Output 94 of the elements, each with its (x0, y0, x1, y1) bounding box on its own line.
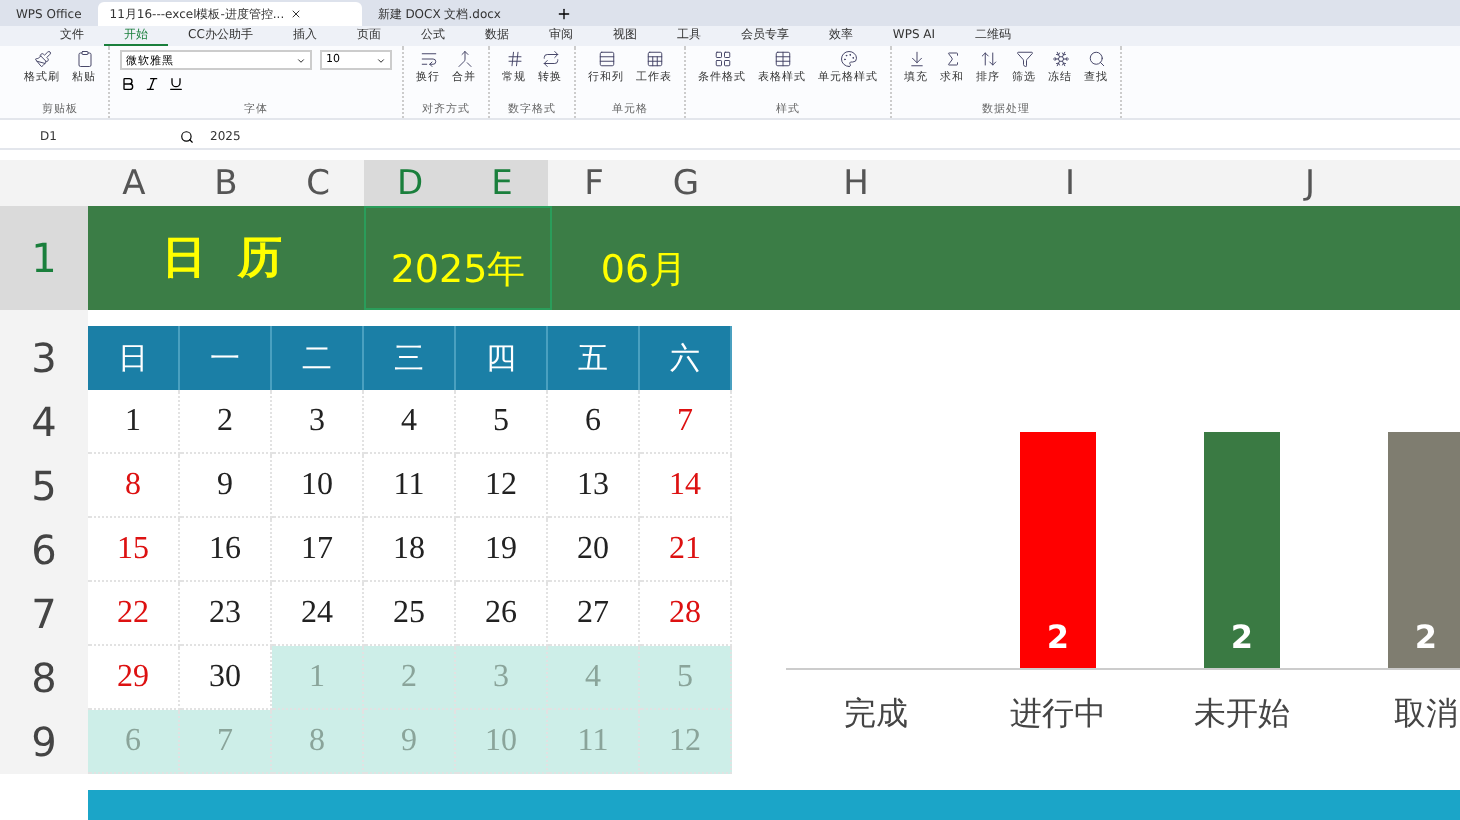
close-icon[interactable] (290, 8, 303, 20)
weekday-header: 一 (180, 326, 272, 390)
day-cell[interactable]: 14 (640, 454, 732, 518)
day-cell[interactable]: 30 (180, 646, 272, 710)
hash-icon (505, 50, 523, 68)
sheet-icon (645, 50, 663, 68)
chart-bar: 2 (1020, 432, 1096, 668)
column-header[interactable]: B (180, 160, 272, 206)
day-cell[interactable]: 17 (272, 518, 364, 582)
table-icon (773, 50, 791, 68)
wrap-text-icon (419, 50, 437, 68)
repeat-icon (541, 50, 559, 68)
data-label: 2 (1230, 618, 1254, 656)
day-cell[interactable]: 26 (456, 582, 548, 646)
column-header[interactable]: D (364, 160, 456, 206)
clipboard-icon (75, 50, 93, 68)
year-text: 2025年 (390, 246, 526, 296)
column-header[interactable]: F (548, 160, 640, 206)
search-icon (1087, 50, 1105, 68)
day-cell[interactable]: 15 (88, 518, 180, 582)
row-header[interactable]: 8 (0, 646, 88, 710)
category-label: 进行中 (1010, 694, 1106, 732)
row-header[interactable]: 3 (0, 326, 88, 390)
row-header[interactable]: 5 (0, 454, 88, 518)
day-cell[interactable]: 7 (640, 390, 732, 454)
day-cell[interactable]: 12 (456, 454, 548, 518)
row-header[interactable]: 6 (0, 518, 88, 582)
day-cell[interactable]: 16 (180, 518, 272, 582)
italic-icon[interactable] (144, 76, 160, 92)
weekday-header: 四 (456, 326, 548, 390)
day-cell[interactable]: 1 (88, 390, 180, 454)
day-cell[interactable]: 11 (364, 454, 456, 518)
chart-bar: 2 (1204, 432, 1280, 668)
rows-icon (597, 50, 615, 68)
selected-cell[interactable]: 2025年 (364, 206, 552, 310)
month-text: 06月 (600, 246, 688, 296)
day-cell[interactable]: 6 (548, 390, 640, 454)
sigma-icon (943, 50, 961, 68)
row-header[interactable]: 1 (0, 206, 88, 310)
day-cell[interactable]: 10 (272, 454, 364, 518)
day-cell[interactable]: 8 (88, 454, 180, 518)
snowflake-icon (1051, 50, 1069, 68)
weekday-header: 二 (272, 326, 364, 390)
day-cell[interactable]: 25 (364, 582, 456, 646)
day-cell[interactable]: 18 (364, 518, 456, 582)
data-label: 2 (1046, 618, 1070, 656)
chart-bar: 2 (1388, 432, 1460, 668)
column-header[interactable]: J (1160, 160, 1460, 206)
day-cell[interactable]: 9 (180, 454, 272, 518)
column-header[interactable]: H (732, 160, 980, 206)
row-header[interactable]: 7 (0, 582, 88, 646)
weekday-header: 六 (640, 326, 732, 390)
column-header[interactable]: E (456, 160, 548, 206)
day-cell[interactable]: 22 (88, 582, 180, 646)
filter-icon (1015, 50, 1033, 68)
grid-icon (713, 50, 731, 68)
category-label: 未开始 (1194, 694, 1290, 732)
day-cell[interactable]: 21 (640, 518, 732, 582)
column-header[interactable]: C (272, 160, 364, 206)
weekday-header: 三 (364, 326, 456, 390)
day-cell[interactable]: 3 (272, 390, 364, 454)
day-cell[interactable]: 20 (548, 518, 640, 582)
day-cell[interactable]: 5 (456, 390, 548, 454)
bold-icon[interactable] (120, 76, 136, 92)
column-header[interactable]: A (88, 160, 180, 206)
column-header[interactable]: G (640, 160, 732, 206)
calendar-title: 日 历 (160, 232, 292, 288)
day-cell[interactable]: 2 (180, 390, 272, 454)
fill-down-icon (907, 50, 925, 68)
weekday-header: 日 (88, 326, 180, 390)
paintbrush-icon (33, 50, 51, 68)
row-header[interactable]: 4 (0, 390, 88, 454)
day-cell[interactable]: 4 (364, 390, 456, 454)
palette-icon (839, 50, 857, 68)
weekday-header: 五 (548, 326, 640, 390)
add-tab-icon[interactable] (556, 6, 573, 22)
caret-icon[interactable] (296, 55, 306, 65)
day-cell[interactable]: 29 (88, 646, 180, 710)
day-cell[interactable]: 24 (272, 582, 364, 646)
search-icon[interactable] (180, 129, 194, 143)
category-label: 完成 (844, 694, 908, 732)
data-label: 2 (1414, 618, 1438, 656)
day-cell[interactable]: 19 (456, 518, 548, 582)
row-header[interactable]: 9 (0, 710, 88, 774)
caret-icon[interactable] (376, 55, 386, 65)
merge-icon (455, 50, 473, 68)
underline-icon[interactable] (168, 76, 184, 92)
day-cell[interactable]: 27 (548, 582, 640, 646)
category-label: 取消 (1394, 694, 1458, 732)
day-cell[interactable]: 28 (640, 582, 732, 646)
column-header[interactable]: I (980, 160, 1160, 206)
day-cell[interactable]: 13 (548, 454, 640, 518)
sort-icon (979, 50, 997, 68)
day-cell[interactable]: 23 (180, 582, 272, 646)
